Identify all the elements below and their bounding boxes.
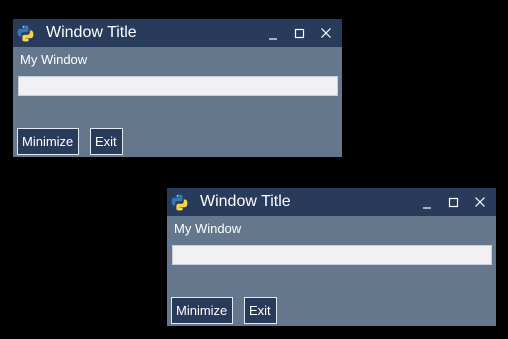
text-input[interactable] (18, 76, 338, 96)
window-label: My Window (174, 221, 242, 236)
python-logo-icon (171, 194, 188, 211)
title-bar[interactable]: Window Title (13, 19, 342, 47)
python-logo-icon (17, 25, 34, 42)
minimize-icon[interactable] (419, 192, 437, 212)
text-input[interactable] (172, 245, 492, 265)
window-2: Window Title My Window Minimize Exit (167, 188, 496, 326)
window-title: Window Title (200, 193, 291, 210)
window-label: My Window (20, 52, 88, 67)
exit-button[interactable]: Exit (244, 297, 277, 324)
minimize-button[interactable]: Minimize (17, 128, 79, 155)
exit-button[interactable]: Exit (90, 128, 123, 155)
maximize-icon[interactable] (291, 23, 309, 43)
close-icon[interactable] (318, 23, 336, 43)
title-bar[interactable]: Window Title (167, 188, 496, 216)
minimize-icon[interactable] (265, 23, 283, 43)
window-1: Window Title My Window Minimize Exit (13, 19, 342, 157)
maximize-icon[interactable] (445, 192, 463, 212)
minimize-button[interactable]: Minimize (171, 297, 233, 324)
window-title: Window Title (46, 24, 137, 41)
close-icon[interactable] (472, 192, 490, 212)
